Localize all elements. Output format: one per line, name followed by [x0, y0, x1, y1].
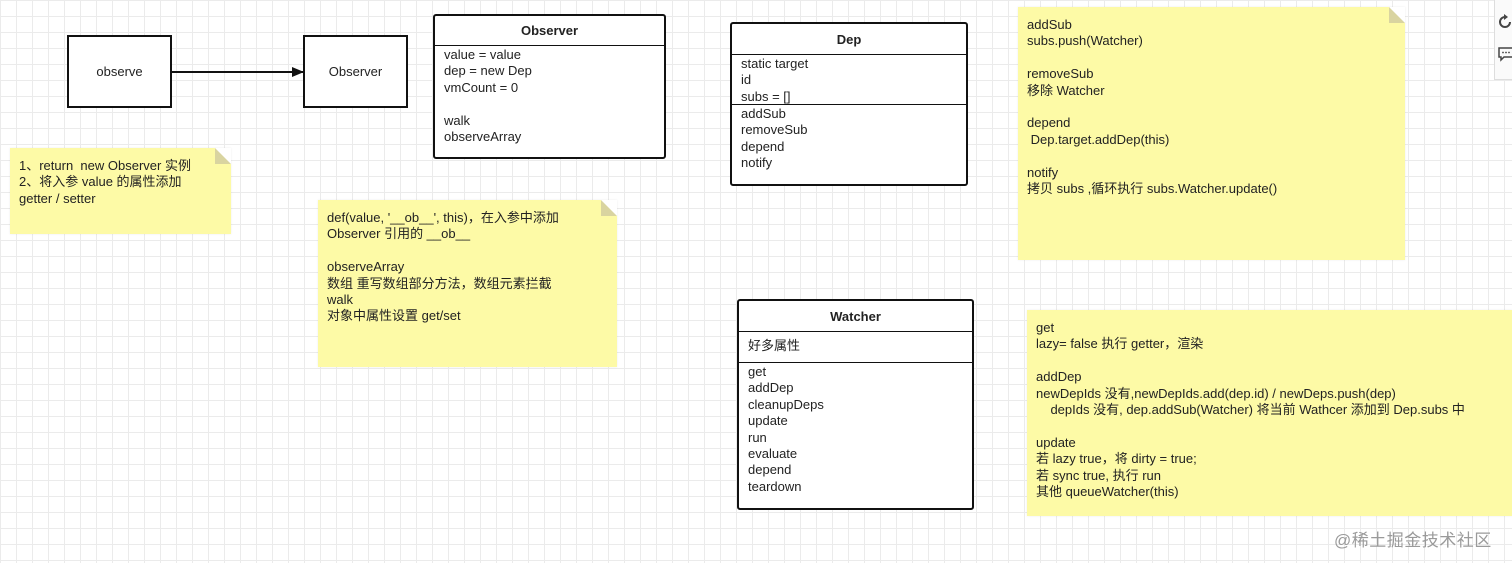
watcher-class-methods: get addDep cleanupDeps update run evalua… — [739, 363, 972, 495]
note-line: subs.push(Watcher) — [1027, 33, 1143, 49]
observe-function-label: observe — [96, 64, 143, 79]
note-line: def(value, '__ob__', this)，在入参中添加 — [327, 210, 559, 225]
note-line: addDep — [1036, 369, 1082, 385]
note-line: addSub — [1027, 17, 1072, 32]
class-method: observeArray — [444, 128, 522, 144]
class-field — [444, 96, 664, 112]
note-line — [1027, 50, 1395, 66]
dep-note[interactable]: addSub subs.push(Watcher) removeSub 移除 W… — [1018, 7, 1405, 260]
observer-constructor-label: Observer — [328, 64, 383, 79]
note-fold-corner — [601, 200, 617, 216]
note-line: 对象中属性设置 get/set — [327, 308, 461, 324]
class-method: addSub — [741, 106, 786, 121]
class-method: get — [748, 364, 767, 379]
class-method: evaluate — [748, 445, 798, 461]
class-field: dep = new Dep — [444, 63, 532, 79]
observer-constructor-box[interactable]: Observer — [303, 35, 408, 108]
class-method: walk — [444, 112, 471, 128]
class-field: static target — [741, 56, 809, 71]
note-line: notify — [1027, 164, 1059, 180]
watcher-note[interactable]: get lazy= false 执行 getter，渲染 addDep newD… — [1027, 310, 1512, 516]
note-line: 数组 重写数组部分方法，数组元素拦截 — [327, 275, 552, 291]
note-line: depIds 没有, dep.addSub(Watcher) 将当前 Wathc… — [1036, 401, 1465, 417]
note-line — [1027, 148, 1395, 164]
rotate-icon[interactable] — [1498, 14, 1512, 30]
observer-note[interactable]: def(value, '__ob__', this)，在入参中添加 Observ… — [318, 200, 617, 367]
note-line: 移除 Watcher — [1027, 82, 1105, 98]
note-line: update — [1036, 434, 1076, 450]
dep-class-box[interactable]: Dep static target id subs = [] addSub re… — [730, 22, 968, 186]
observe-function-box[interactable]: observe — [67, 35, 172, 108]
note-line: removeSub — [1027, 66, 1094, 82]
note-line: 2、将入参 value 的属性添加 — [19, 174, 182, 190]
class-method: teardown — [748, 478, 802, 494]
note-line: 若 lazy true，将 dirty = true; — [1036, 451, 1197, 467]
watcher-class-title: Watcher — [739, 301, 972, 332]
note-line — [1036, 353, 1512, 369]
class-field: subs = [] — [741, 88, 791, 104]
observer-class-box[interactable]: Observer value = value dep = new Dep vmC… — [433, 14, 666, 159]
watermark: @稀土掘金技术社区 — [1334, 531, 1492, 550]
note-line: 其他 queueWatcher(this) — [1036, 483, 1179, 499]
class-method: addDep — [748, 380, 794, 396]
note-line — [327, 243, 607, 259]
class-field: vmCount = 0 — [444, 79, 519, 95]
side-toolbar — [1494, 0, 1512, 80]
class-method: removeSub — [741, 122, 808, 138]
note-line — [1027, 99, 1395, 115]
note-line — [1036, 418, 1512, 434]
observe-note[interactable]: 1、return new Observer 实例 2、将入参 value 的属性… — [10, 148, 231, 234]
comment-icon[interactable] — [1498, 46, 1512, 62]
dep-class-fields: static target id subs = [] — [732, 55, 966, 105]
note-line: Observer 引用的 __ob__ — [327, 226, 471, 242]
class-field: id — [741, 72, 752, 88]
class-method: update — [748, 413, 788, 429]
class-method: run — [748, 429, 767, 445]
note-line: getter / setter — [19, 190, 96, 206]
class-method: depend — [741, 138, 785, 154]
observer-class-title: Observer — [435, 16, 664, 46]
note-line: lazy= false 执行 getter，渲染 — [1036, 336, 1204, 352]
class-method: cleanupDeps — [748, 396, 824, 412]
watcher-class-fields: 好多属性 — [739, 332, 972, 363]
note-line: depend — [1027, 115, 1071, 131]
class-field: value = value — [444, 47, 521, 62]
note-line: walk — [327, 291, 354, 307]
note-line: Dep.target.addDep(this) — [1027, 131, 1170, 147]
note-line: newDepIds 没有,newDepIds.add(dep.id) / new… — [1036, 385, 1396, 401]
note-line: 若 sync true, 执行 run — [1036, 467, 1161, 483]
note-line: 1、return new Observer 实例 — [19, 158, 191, 173]
class-field: 好多属性 — [748, 338, 801, 353]
note-fold-corner — [215, 148, 231, 164]
class-method: depend — [748, 462, 792, 478]
class-method: notify — [741, 155, 773, 171]
watcher-class-box[interactable]: Watcher 好多属性 get addDep cleanupDeps upda… — [737, 299, 974, 510]
note-line: get — [1036, 320, 1055, 335]
dep-class-title: Dep — [732, 24, 966, 55]
note-line: 拷贝 subs ,循环执行 subs.Watcher.update() — [1027, 180, 1278, 196]
note-line: observeArray — [327, 259, 405, 275]
observer-class-members: value = value dep = new Dep vmCount = 0 … — [435, 46, 664, 145]
dep-class-methods: addSub removeSub depend notify — [732, 105, 966, 172]
note-fold-corner — [1389, 7, 1405, 23]
